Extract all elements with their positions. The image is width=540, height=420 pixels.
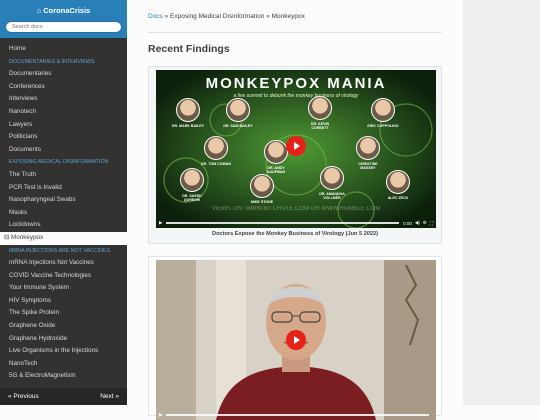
video-player[interactable]: ▶	[156, 260, 436, 420]
speaker-photo	[371, 98, 395, 122]
sidebar-item-monkeypox[interactable]: ⊟ Monkeypox	[0, 231, 127, 245]
video-title-text: MONKEYPOX MANIA	[206, 75, 387, 92]
sidebar-item-masks[interactable]: Masks	[0, 207, 127, 220]
sidebar-item-nasopharyngeal-swabs[interactable]: Nasopharyngeal Swabs	[0, 194, 127, 207]
sidebar-item-graphene-hydroxide[interactable]: Graphene Hydroxide	[0, 333, 127, 346]
speaker-photo	[356, 136, 380, 160]
video-player[interactable]: MONKEYPOX MANIA a live summit to debunk …	[156, 70, 436, 228]
nav-caption: DOCUMENTARIES & INTERVIEWS	[9, 58, 95, 65]
sidebar-item-mrna-injections-not-vaccines[interactable]: mRNA Injections Not Vaccines	[0, 257, 127, 270]
breadcrumb-docs-link[interactable]: Docs	[148, 13, 163, 20]
speaker-name: ALEC ZECK	[387, 196, 409, 200]
search-input[interactable]	[5, 21, 122, 33]
speaker-photo	[250, 174, 274, 198]
breadcrumb-sep: »	[162, 13, 171, 20]
sidebar-item-documents[interactable]: Documents	[0, 144, 127, 157]
sidebar-item-live-organisms-in-the-injections[interactable]: Live Organisms in the Injections	[0, 345, 127, 358]
speaker-name: DR. MARK BAILEY	[171, 124, 205, 128]
play-button[interactable]	[286, 136, 306, 156]
video-card: ▶	[148, 256, 442, 420]
video-subtitle-text: a live summit to debunk the monkey busin…	[233, 93, 359, 99]
previous-button[interactable]: « Previous	[8, 393, 39, 400]
speaker-photo	[226, 98, 250, 122]
sidebar-item-home[interactable]: Home	[0, 43, 127, 56]
sidebar-item-the-spike-protein[interactable]: The Spike Protein	[0, 307, 127, 320]
speaker-photo	[264, 140, 288, 164]
breadcrumb-section: Exposing Medical Disinformation	[170, 13, 265, 20]
speaker-photo	[204, 136, 228, 160]
video-controls: ▶ 0:00 ◀) ⚙ ⛶	[156, 218, 436, 228]
speaker-name: ERIC COPPOLINO	[367, 124, 399, 128]
right-margin	[463, 0, 540, 405]
speaker-name: DR. SAEED QURESHI	[182, 194, 202, 203]
sidebar-item-5g-electromagnetism[interactable]: 5G & ElectroMagnetism	[0, 370, 127, 383]
site-title-link[interactable]: ⌂ CoronaCrisis	[0, 6, 127, 16]
sidebar: ⌂ CoronaCrisis Home DOCUMENTARIES & INTER…	[0, 0, 127, 405]
sidebar-nav: Home DOCUMENTARIES & INTERVIEWS Documentar…	[0, 38, 127, 383]
sidebar-item-lockdowns[interactable]: Lockdowns	[0, 219, 127, 232]
speaker-photo	[320, 166, 344, 190]
main-content: Docs » Exposing Medical Disinformation »…	[127, 0, 463, 420]
sidebar-item-label: Monkeypox	[11, 233, 44, 241]
sidebar-item-interviews[interactable]: Interviews	[0, 93, 127, 106]
site-title: CoronaCrisis	[43, 6, 91, 15]
speaker-name: CHRISTINE MASSEY	[358, 162, 378, 171]
sidebar-item-pcr-test-is-invalid[interactable]: PCR Test is Invalid	[0, 182, 127, 195]
play-icon[interactable]: ▶	[159, 412, 162, 418]
sidebar-item-your-immune-system[interactable]: Your Immune System	[0, 282, 127, 295]
video-watermark: VIEWS ON: WWW.BITCHUTE.COM OR WWW.RUMBLE…	[212, 206, 381, 212]
fullscreen-icon[interactable]: ⛶	[430, 221, 433, 226]
sidebar-header: ⌂ CoronaCrisis	[0, 0, 127, 38]
settings-icon[interactable]: ⚙	[423, 220, 427, 226]
speaker-photo	[176, 98, 200, 122]
breadcrumb-current: Monkeypox	[271, 13, 305, 20]
speaker-name: DR. SAM BAILEY	[223, 124, 253, 128]
speaker-photo	[386, 170, 410, 194]
sidebar-footer: « Previous Next »	[0, 388, 127, 405]
breadcrumb: Docs » Exposing Medical Disinformation »…	[148, 13, 305, 20]
time-display: 0:00	[403, 220, 412, 226]
video-card: MONKEYPOX MANIA a live summit to debunk …	[148, 66, 442, 244]
speaker-name: DR. KEVIN CORBETT	[310, 122, 330, 131]
play-icon[interactable]: ▶	[159, 220, 162, 226]
sidebar-item-conferences[interactable]: Conferences	[0, 81, 127, 94]
page-heading: Recent Findings	[148, 43, 230, 55]
sidebar-item-nanotech[interactable]: Nanotech	[0, 106, 127, 119]
nav-caption: MRNA INJECTIONS ARE NOT VACCINES	[9, 247, 111, 254]
sidebar-item-nanotech[interactable]: NanoTech	[0, 358, 127, 371]
speaker-name: MIKE STONE	[250, 200, 274, 204]
divider	[148, 32, 442, 33]
next-button[interactable]: Next »	[100, 393, 119, 400]
nav-caption: EXPOSING MEDICAL DISINFORMATION	[9, 159, 109, 166]
play-button[interactable]	[286, 330, 306, 350]
speaker-name: DR. ANDY KAUFMAN	[266, 166, 286, 175]
seek-bar[interactable]	[166, 414, 429, 416]
sidebar-item-hiv-symptoms[interactable]: HIV Symptoms	[0, 295, 127, 308]
sidebar-item-politicians[interactable]: Politicians	[0, 131, 127, 144]
sidebar-item-graphene-oxide[interactable]: Graphene Oxide	[0, 320, 127, 333]
sidebar-item-documentaries[interactable]: Documentaries	[0, 68, 127, 81]
speaker-name: DR. AMANDHA VOLLMER	[319, 192, 345, 201]
video-caption: Doctors Expose the Monkey Business of Vi…	[212, 231, 378, 237]
speaker-photo	[308, 96, 332, 120]
speaker-photo	[180, 168, 204, 192]
sidebar-item-lawyers[interactable]: Lawyers	[0, 119, 127, 132]
volume-icon[interactable]: ◀)	[415, 220, 420, 226]
breadcrumb-sep: »	[264, 13, 272, 20]
sidebar-item-the-truth[interactable]: The Truth	[0, 169, 127, 182]
video-controls: ▶	[156, 410, 436, 420]
speaker-name: DR. TOM COWAN	[201, 162, 231, 166]
collapse-icon[interactable]: ⊟	[4, 234, 11, 241]
sidebar-item-covid-vaccine-technologies[interactable]: COVID Vaccine Technologies	[0, 270, 127, 283]
seek-bar[interactable]	[166, 222, 400, 224]
